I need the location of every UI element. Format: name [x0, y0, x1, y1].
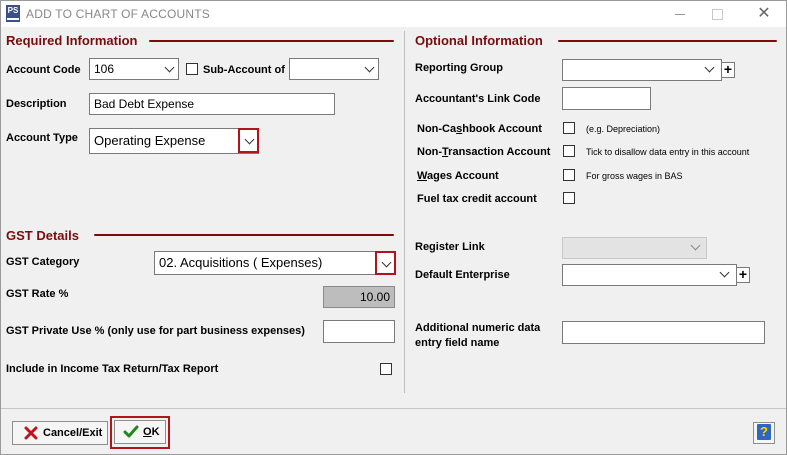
sub-account-label: Sub-Account of [203, 64, 285, 76]
help-icon: ? [757, 424, 771, 440]
dialog-window: PS ADD TO CHART OF ACCOUNTS ✕ Required I… [0, 0, 787, 455]
gst-category-select[interactable]: 02. Acquisitions ( Expenses) [154, 251, 395, 275]
income-tax-label: Include in Income Tax Return/Tax Report [6, 363, 219, 375]
reporting-group-select[interactable] [562, 59, 722, 81]
required-rule [149, 40, 394, 42]
title-bar: PS ADD TO CHART OF ACCOUNTS ✕ [1, 1, 786, 27]
wages-hint: For gross wages in BAS [586, 171, 683, 181]
gst-heading: GST Details [6, 228, 79, 243]
non-transaction-hint: Tick to disallow data entry in this acco… [586, 147, 750, 157]
account-type-select[interactable]: Operating Expense [89, 128, 259, 154]
add-enterprise-button[interactable]: + [736, 267, 750, 283]
minimize-button[interactable] [668, 4, 692, 24]
chevron-down-icon [719, 268, 731, 280]
optional-heading: Optional Information [415, 33, 543, 48]
required-heading: Required Information [6, 33, 138, 48]
account-code-value: 106 [94, 62, 115, 76]
fuel-tax-checkbox[interactable] [563, 192, 575, 204]
optional-rule [558, 40, 777, 42]
account-type-dropdown-button[interactable] [238, 128, 259, 153]
window-title: ADD TO CHART OF ACCOUNTS [26, 7, 210, 21]
accountant-link-input[interactable] [562, 87, 651, 110]
non-cashbook-hint: (e.g. Depreciation) [586, 124, 661, 134]
register-link-select[interactable] [562, 237, 707, 259]
chevron-down-icon [381, 258, 393, 270]
income-tax-checkbox[interactable] [380, 363, 392, 375]
sub-account-select[interactable] [289, 58, 379, 80]
ok-label: OK [143, 426, 160, 438]
fuel-tax-label: Fuel tax credit account [417, 193, 537, 205]
description-label: Description [6, 98, 67, 110]
close-icon [24, 426, 38, 440]
accountant-link-label: Accountant's Link Code [415, 93, 541, 105]
chevron-down-icon [364, 63, 376, 75]
non-transaction-checkbox[interactable] [563, 145, 575, 157]
gst-category-dropdown-button[interactable] [375, 251, 396, 275]
add-reporting-group-button[interactable]: + [721, 62, 735, 78]
gst-category-value: 02. Acquisitions ( Expenses) [159, 255, 323, 270]
account-code-label: Account Code [6, 64, 81, 76]
ok-button[interactable]: OK [114, 420, 166, 444]
cancel-button[interactable]: Cancel/Exit [12, 421, 108, 445]
additional-field-input[interactable] [562, 321, 765, 344]
gst-rate-value: 10.00 [323, 286, 395, 308]
column-divider [404, 31, 405, 393]
close-button[interactable]: ✕ [752, 4, 776, 24]
default-enterprise-select[interactable] [562, 264, 737, 286]
gst-category-label: GST Category [6, 256, 80, 268]
app-icon: PS [6, 5, 20, 22]
account-type-value: Operating Expense [94, 133, 206, 148]
register-link-label: Register Link [415, 241, 485, 253]
chevron-down-icon [690, 241, 702, 253]
additional-field-label-line2: entry field name [415, 337, 500, 349]
default-enterprise-label: Default Enterprise [415, 269, 510, 281]
non-cashbook-label: Non-Cashbook Account [417, 123, 542, 135]
wages-checkbox[interactable] [563, 169, 575, 181]
cancel-label: Cancel/Exit [43, 427, 103, 439]
account-code-select[interactable]: 106 [89, 58, 179, 80]
button-bar: Cancel/Exit OK ? [1, 408, 786, 454]
gst-rate-label: GST Rate % [6, 288, 69, 300]
additional-field-label-line1: Additional numeric data [415, 322, 541, 334]
reporting-group-label: Reporting Group [415, 62, 503, 74]
gst-private-use-label: GST Private Use % (only use for part bus… [6, 325, 305, 337]
description-input[interactable]: Bad Debt Expense [89, 93, 335, 115]
check-icon [123, 425, 139, 438]
chevron-down-icon [244, 135, 256, 147]
chevron-down-icon [704, 63, 716, 75]
help-button[interactable]: ? [753, 422, 775, 444]
gst-rule [94, 234, 394, 236]
non-cashbook-checkbox[interactable] [563, 122, 575, 134]
non-transaction-label: Non-Transaction Account [417, 146, 551, 158]
sub-account-checkbox[interactable] [186, 63, 198, 75]
gst-private-use-input[interactable] [323, 320, 395, 343]
wages-label: Wages Account [417, 170, 499, 182]
maximize-button[interactable] [705, 4, 729, 24]
chevron-down-icon [164, 63, 176, 75]
account-type-label: Account Type [6, 132, 78, 144]
